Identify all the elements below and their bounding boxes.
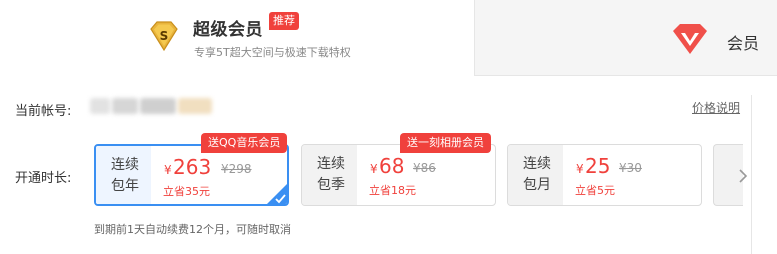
recommend-badge: 推荐 [269,12,299,30]
tab-vip[interactable]: 会员 [475,0,777,76]
plan-price: 263 [173,155,212,179]
plan-card-yearly[interactable]: 连续 包年 ¥ 263 ¥298 立省35元 [94,144,289,206]
currency-symbol: ¥ [576,162,584,176]
svip-s-badge-icon: S [150,21,178,52]
price-description-link[interactable]: 价格说明 [692,99,740,116]
plan-period-line2: 包年 [111,178,139,194]
selected-check-icon [267,184,287,204]
plan-period-line1: 连续 [523,156,551,172]
plan-period-line2: 包季 [317,177,345,193]
promo-tag-qq-music: 送QQ音乐会员 [201,133,288,153]
plan-card-monthly[interactable]: 连续 包月 ¥ 25 ¥30 立省5元 [507,144,702,206]
plan-price: 68 [379,154,405,178]
plan-period-line2: 包月 [523,177,551,193]
currency-symbol: ¥ [370,162,378,176]
plan-savings: 立省5元 [575,184,615,197]
auto-renew-note: 到期前1天自动续费12个月，可随时取消 [94,223,291,236]
svip-description: 专享5T超大空间与极速下载特权 [194,46,351,59]
tab-super-vip[interactable]: S 超级会员 推荐 专享5T超大空间与极速下载特权 [0,0,475,76]
plan-price: 25 [585,154,611,178]
vip-title: 会员 [727,34,760,53]
plan-savings: 立省18元 [369,184,416,197]
plan-period-box: 连续 包季 [302,145,357,205]
duration-label: 开通时长: [15,171,72,186]
account-label: 当前帐号: [15,104,72,119]
svg-text:S: S [160,29,169,43]
plan-period-box: 连续 包月 [508,145,563,205]
svip-title: 超级会员 [193,20,263,40]
plan-original-price: ¥30 [619,161,642,175]
plan-card-quarterly[interactable]: 连续 包季 ¥ 68 ¥86 立省18元 [301,144,496,206]
vip-heart-icon [673,24,707,54]
chevron-right-icon[interactable] [737,168,749,184]
divider [751,95,752,254]
plan-period-line1: 连续 [317,156,345,172]
plan-savings: 立省35元 [163,185,210,198]
plan-period-line1: 连续 [111,157,139,173]
plan-original-price: ¥298 [221,162,252,176]
promo-tag-album: 送一刻相册会员 [400,133,491,153]
plan-original-price: ¥86 [413,161,436,175]
membership-tabs: S 超级会员 推荐 专享5T超大空间与极速下载特权 会员 [0,0,777,76]
currency-symbol: ¥ [164,163,172,177]
account-name-blurred [90,96,214,118]
plan-period-box: 连续 包年 [96,146,151,204]
